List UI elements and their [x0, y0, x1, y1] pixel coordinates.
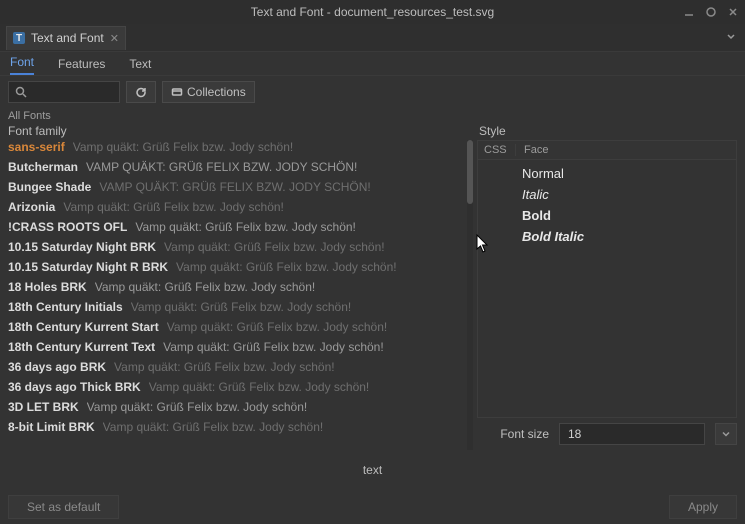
font-family-pane: Font family sans-serif Vamp quäkt: Grüß F…	[0, 122, 473, 450]
font-name: 18th Century Kurrent Text	[8, 340, 155, 354]
font-row[interactable]: 18th Century Initials Vamp quäkt: Grüß Fe…	[8, 300, 465, 320]
font-row[interactable]: !CRASS ROOTS OFL Vamp quäkt: Grüß Felix b…	[8, 220, 465, 240]
split: Font family sans-serif Vamp quäkt: Grüß F…	[0, 122, 745, 450]
subnav: Font Features Text	[0, 52, 745, 76]
font-name: Bungee Shade	[8, 180, 91, 194]
font-row[interactable]: sans-serif Vamp quäkt: Grüß Felix bzw. Jo…	[8, 140, 465, 160]
style-col-face: Face	[516, 144, 736, 156]
font-search-input[interactable]	[8, 81, 120, 103]
dock-tabbar: T Text and Font ✕	[0, 24, 745, 52]
font-name: 18th Century Kurrent Start	[8, 320, 159, 334]
dock-tab-text-and-font[interactable]: T Text and Font ✕	[6, 26, 126, 50]
font-name: 10.15 Saturday Night R BRK	[8, 260, 168, 274]
all-fonts-label: All Fonts	[0, 108, 745, 122]
font-size-label: Font size	[477, 427, 549, 441]
style-option-italic[interactable]: Italic	[522, 187, 736, 202]
font-row[interactable]: 3D LET BRK Vamp quäkt: Grüß Felix bzw. Jo…	[8, 400, 465, 420]
font-sample: Vamp quäkt: Grüß Felix bzw. Jody schön!	[103, 420, 465, 434]
font-name: 36 days ago BRK	[8, 360, 106, 374]
font-size-row: Font size 18	[477, 418, 737, 450]
font-row[interactable]: Butcherman VAMP QUÄKT: GRÜß FELIX BZW. JO…	[8, 160, 465, 180]
font-row[interactable]: 10.15 Saturday Night R BRK Vamp quäkt: Gr…	[8, 260, 465, 280]
subnav-font[interactable]: Font	[10, 55, 34, 75]
font-family-header: Font family	[0, 122, 473, 140]
window-controls	[683, 0, 739, 24]
refresh-icon	[135, 86, 147, 98]
subnav-text[interactable]: Text	[129, 57, 151, 75]
style-option-bold[interactable]: Bold	[522, 208, 736, 223]
collections-label: Collections	[187, 85, 246, 99]
style-option-normal[interactable]: Normal	[522, 166, 736, 181]
text-tool-icon: T	[13, 32, 25, 44]
font-row[interactable]: Bungee Shade VAMP QUÄKT: GRÜß FELIX BZW. …	[8, 180, 465, 200]
refresh-button[interactable]	[126, 81, 156, 103]
font-name: 8-bit Limit BRK	[8, 420, 95, 434]
font-row[interactable]: 10.15 Saturday Night BRK Vamp quäkt: Grüß…	[8, 240, 465, 260]
style-pane: Style CSS Face Normal Italic Bold Bold I…	[473, 122, 745, 450]
font-sample: Vamp quäkt: Grüß Felix bzw. Jody schön!	[163, 340, 465, 354]
font-sample: Vamp quäkt: Grüß Felix bzw. Jody schön!	[149, 380, 465, 394]
font-name: !CRASS ROOTS OFL	[8, 220, 127, 234]
close-icon[interactable]	[727, 6, 739, 18]
font-row[interactable]: 8-bit Limit BRK Vamp quäkt: Grüß Felix bz…	[8, 420, 465, 440]
style-list[interactable]: Normal Italic Bold Bold Italic	[477, 160, 737, 418]
dock-menu-chevron-icon[interactable]	[725, 30, 737, 45]
font-name: 18th Century Initials	[8, 300, 123, 314]
font-sample: VAMP QUÄKT: GRÜß FELIX BZW. JODY SCHÖN!	[86, 160, 465, 174]
chevron-down-icon	[721, 429, 731, 439]
minimize-icon[interactable]	[683, 6, 695, 18]
bottom-bar: Set as default Apply	[0, 490, 745, 524]
font-sample: Vamp quäkt: Grüß Felix bzw. Jody schön!	[164, 240, 465, 254]
font-name: 3D LET BRK	[8, 400, 79, 414]
style-columns: CSS Face	[477, 140, 737, 160]
font-list-scrollbar[interactable]	[467, 140, 473, 450]
font-sample: Vamp quäkt: Grüß Felix bzw. Jody schön!	[114, 360, 465, 374]
maximize-icon[interactable]	[705, 6, 717, 18]
font-name: 10.15 Saturday Night BRK	[8, 240, 156, 254]
font-sample: Vamp quäkt: Grüß Felix bzw. Jody schön!	[95, 280, 465, 294]
font-sample: Vamp quäkt: Grüß Felix bzw. Jody schön!	[176, 260, 465, 274]
font-sample: VAMP QUÄKT: GRÜß FELIX BZW. JODY SCHÖN!	[99, 180, 465, 194]
scrollbar-thumb[interactable]	[467, 140, 473, 204]
search-icon	[15, 86, 27, 98]
font-row[interactable]: 36 days ago BRK Vamp quäkt: Grüß Felix bz…	[8, 360, 465, 380]
font-sample: Vamp quäkt: Grüß Felix bzw. Jody schön!	[63, 200, 465, 214]
font-row[interactable]: 18 Holes BRK Vamp quäkt: Grüß Felix bzw. …	[8, 280, 465, 300]
window-title: Text and Font - document_resources_test.…	[251, 5, 494, 19]
font-name: sans-serif	[8, 140, 65, 154]
font-row[interactable]: Arizonia Vamp quäkt: Grüß Felix bzw. Jody…	[8, 200, 465, 220]
text-and-font-window: Text and Font - document_resources_test.…	[0, 0, 745, 524]
style-option-bold-italic[interactable]: Bold Italic	[522, 229, 736, 244]
apply-button[interactable]: Apply	[669, 495, 737, 519]
font-name: 36 days ago Thick BRK	[8, 380, 141, 394]
titlebar: Text and Font - document_resources_test.…	[0, 0, 745, 24]
dock-tab-label: Text and Font	[31, 31, 104, 45]
collections-icon	[171, 86, 183, 98]
font-sample: Vamp quäkt: Grüß Felix bzw. Jody schön!	[87, 400, 465, 414]
font-sample: Vamp quäkt: Grüß Felix bzw. Jody schön!	[167, 320, 465, 334]
subnav-features[interactable]: Features	[58, 57, 105, 75]
font-toolbar: Collections	[0, 76, 745, 108]
font-name: Butcherman	[8, 160, 78, 174]
style-header: Style	[477, 122, 737, 140]
font-row[interactable]: 18th Century Kurrent Start Vamp quäkt: Gr…	[8, 320, 465, 340]
font-row[interactable]: 36 days ago Thick BRK Vamp quäkt: Grüß Fe…	[8, 380, 465, 400]
font-sample: Vamp quäkt: Grüß Felix bzw. Jody schön!	[73, 140, 465, 154]
font-name: Arizonia	[8, 200, 55, 214]
style-col-css: CSS	[478, 144, 516, 156]
set-as-default-button[interactable]: Set as default	[8, 495, 119, 519]
font-size-input[interactable]: 18	[559, 423, 705, 445]
tab-close-icon[interactable]: ✕	[110, 32, 119, 45]
font-sample: Vamp quäkt: Grüß Felix bzw. Jody schön!	[135, 220, 465, 234]
font-size-dropdown[interactable]	[715, 423, 737, 445]
font-list[interactable]: sans-serif Vamp quäkt: Grüß Felix bzw. Jo…	[8, 140, 473, 450]
text-preview-input[interactable]: text	[0, 450, 745, 490]
font-row[interactable]: 18th Century Kurrent Text Vamp quäkt: Grü…	[8, 340, 465, 360]
font-sample: Vamp quäkt: Grüß Felix bzw. Jody schön!	[131, 300, 465, 314]
collections-button[interactable]: Collections	[162, 81, 255, 103]
font-name: 18 Holes BRK	[8, 280, 87, 294]
content: All Fonts Font family sans-serif Vamp quä…	[0, 108, 745, 524]
